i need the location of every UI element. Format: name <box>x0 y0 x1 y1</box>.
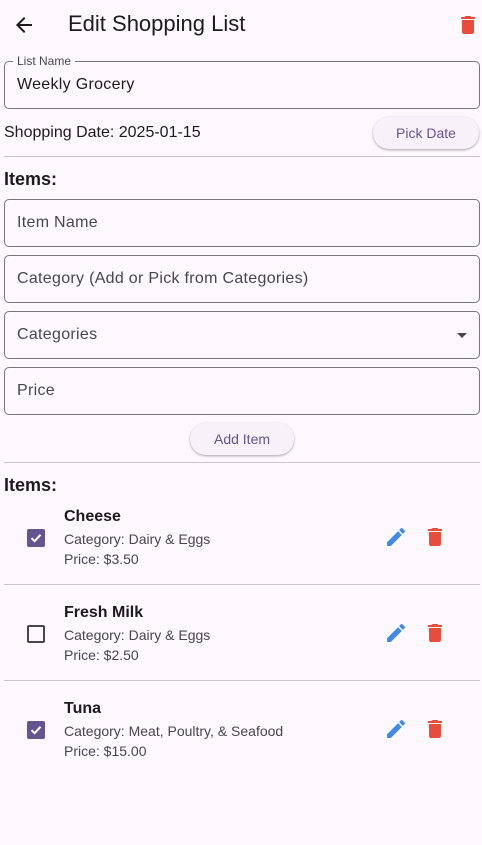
edit-item-button[interactable] <box>384 525 408 549</box>
trash-icon <box>428 624 442 642</box>
category-input[interactable]: Category (Add or Pick from Categories) <box>4 255 480 303</box>
categories-dropdown-label: Categories <box>17 326 98 343</box>
page-title: Edit Shopping List <box>68 11 246 36</box>
price-input[interactable]: Price <box>4 367 480 415</box>
trash-icon <box>461 16 475 34</box>
delete-item-button[interactable] <box>423 717 447 741</box>
list-item: Cheese Category: Dairy & Eggs Price: $3.… <box>4 508 480 604</box>
trash-icon <box>428 528 442 546</box>
dropdown-arrow-icon <box>457 333 467 338</box>
pencil-icon <box>387 623 406 642</box>
items-list-title: Items: <box>4 475 58 495</box>
list-name-value: Weekly Grocery <box>17 76 135 93</box>
item-name: Fresh Milk <box>64 604 144 621</box>
item-checkbox[interactable] <box>27 721 45 739</box>
categories-dropdown[interactable]: Categories <box>4 311 480 359</box>
divider <box>4 680 480 681</box>
category-placeholder: Category (Add or Pick from Categories) <box>17 270 309 287</box>
item-category: Category: Dairy & Eggs <box>64 627 211 643</box>
check-icon <box>30 534 42 543</box>
pencil-icon <box>387 719 406 738</box>
item-name: Cheese <box>64 508 121 525</box>
list-name-label: List Name <box>13 54 76 68</box>
item-checkbox[interactable] <box>27 625 45 643</box>
item-checkbox[interactable] <box>27 529 45 547</box>
edit-item-button[interactable] <box>384 717 408 741</box>
item-price: Price: $3.50 <box>64 551 139 567</box>
pick-date-button[interactable]: Pick Date <box>373 117 479 149</box>
delete-item-button[interactable] <box>423 621 447 645</box>
delete-item-button[interactable] <box>423 525 447 549</box>
item-name: Tuna <box>64 700 102 717</box>
divider <box>4 462 480 463</box>
divider <box>4 156 480 157</box>
trash-icon <box>428 720 442 738</box>
add-items-section-title: Items: <box>4 169 58 189</box>
check-icon <box>30 726 42 735</box>
list-item: Tuna Category: Meat, Poultry, & Seafood … <box>4 700 480 796</box>
edit-item-button[interactable] <box>384 621 408 645</box>
item-category: Category: Dairy & Eggs <box>64 531 211 547</box>
app-bar: Edit Shopping List <box>0 0 482 50</box>
item-price: Price: $15.00 <box>64 743 147 759</box>
item-name-placeholder: Item Name <box>17 214 98 231</box>
arrow-back-icon <box>16 17 32 33</box>
item-name-input[interactable]: Item Name <box>4 199 480 247</box>
pencil-icon <box>387 527 406 546</box>
divider <box>4 584 480 585</box>
delete-list-button[interactable] <box>456 13 480 37</box>
shopping-date-text: Shopping Date: 2025-01-15 <box>4 124 201 141</box>
item-category: Category: Meat, Poultry, & Seafood <box>64 723 284 739</box>
price-placeholder: Price <box>17 382 55 399</box>
item-price: Price: $2.50 <box>64 647 139 663</box>
add-item-button[interactable]: Add Item <box>190 423 294 455</box>
list-name-field[interactable]: List Name Weekly Grocery <box>4 54 480 109</box>
back-button[interactable] <box>12 13 36 37</box>
list-item: Fresh Milk Category: Dairy & Eggs Price:… <box>4 604 480 700</box>
